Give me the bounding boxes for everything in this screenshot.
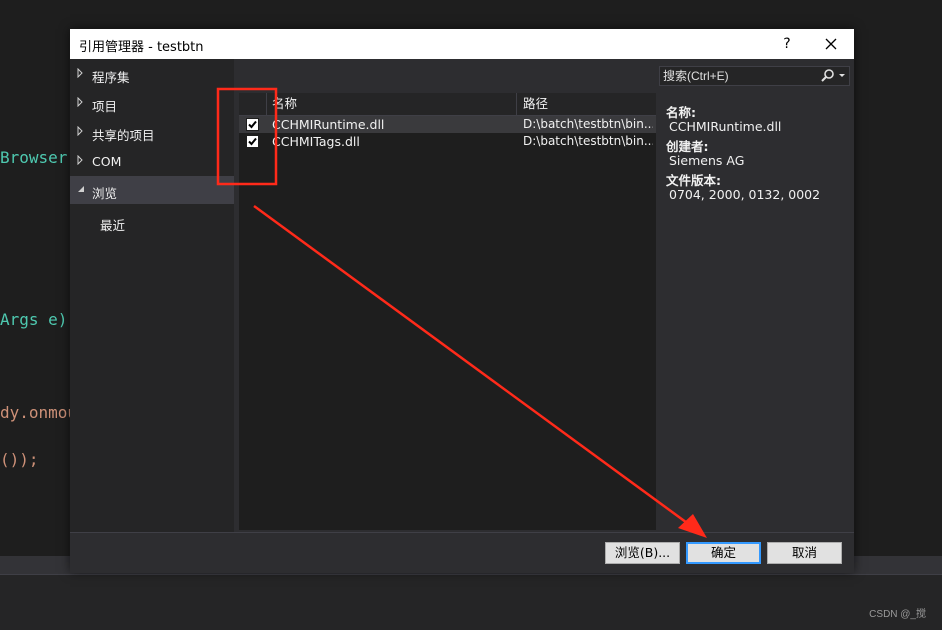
- details-creator-value: Siemens AG: [669, 153, 745, 168]
- nav-item-label: 程序集: [92, 70, 130, 85]
- watermark-text: CSDN @_搅: [869, 609, 926, 620]
- nav-item-label: 项目: [92, 99, 118, 114]
- search-input[interactable]: [663, 68, 813, 84]
- cancel-button[interactable]: 取消: [767, 542, 842, 564]
- ok-button[interactable]: 确定: [686, 542, 761, 564]
- dialog-title: 引用管理器 - testbtn: [79, 40, 204, 55]
- list-item[interactable]: CCHMITags.dll D:\batch\testbtn\bin...: [239, 133, 656, 150]
- nav-item-com[interactable]: COM: [70, 147, 234, 175]
- dialog-titlebar: 引用管理器 - testbtn ?: [70, 29, 854, 59]
- reference-name: CCHMITags.dll: [272, 134, 360, 149]
- list-header: 名称 路径: [239, 93, 656, 116]
- nav-item-browse[interactable]: 浏览: [70, 176, 234, 204]
- close-icon: [825, 38, 837, 50]
- reference-checkbox[interactable]: [246, 118, 259, 131]
- code-line-call: ());: [0, 450, 39, 469]
- list-item[interactable]: CCHMIRuntime.dll D:\batch\testbtn\bin...: [239, 116, 656, 133]
- column-divider: [266, 93, 267, 115]
- nav-item-projects[interactable]: 项目: [70, 89, 234, 117]
- reference-path: D:\batch\testbtn\bin...: [523, 117, 653, 131]
- search-icon: [821, 69, 845, 82]
- expand-arrow-icon: [77, 155, 83, 165]
- browse-button[interactable]: 浏览(B)...: [605, 542, 680, 564]
- expand-arrow-icon: [77, 97, 83, 107]
- dialog-footer: 浏览(B)... 确定 取消: [70, 532, 854, 573]
- checkmark-icon: [248, 137, 257, 146]
- reference-name: CCHMIRuntime.dll: [272, 117, 385, 132]
- help-button[interactable]: ?: [776, 32, 798, 56]
- close-button[interactable]: [818, 32, 844, 56]
- column-header-path[interactable]: 路径: [523, 93, 548, 115]
- nav-item-label: 共享的项目: [92, 128, 155, 143]
- nav-item-assemblies[interactable]: 程序集: [70, 60, 234, 88]
- code-line-onmouse: dy.onmou: [0, 403, 78, 422]
- bottom-panel: CSDN @_搅: [0, 575, 942, 630]
- nav-item-label: COM: [92, 154, 122, 169]
- code-line-args: Args e): [0, 310, 68, 329]
- details-pane: 名称: CCHMIRuntime.dll 创建者: Siemens AG 文件版…: [659, 93, 854, 530]
- reference-manager-dialog: 引用管理器 - testbtn ? 程序集 项目 共享的项目 COM 浏览 最近…: [70, 29, 854, 573]
- reference-path: D:\batch\testbtn\bin...: [523, 134, 653, 148]
- checkmark-icon: [248, 120, 257, 129]
- collapse-arrow-icon: [78, 186, 84, 192]
- search-button[interactable]: [820, 68, 848, 84]
- expand-arrow-icon: [77, 126, 83, 136]
- category-nav: 程序集 项目 共享的项目 COM 浏览 最近: [70, 59, 234, 532]
- details-version-value: 0704, 2000, 0132, 0002: [669, 187, 821, 202]
- search-box[interactable]: [659, 66, 850, 86]
- nav-item-label: 最近: [100, 218, 126, 233]
- code-line-browser: Browser,: [0, 148, 78, 167]
- nav-item-recent[interactable]: 最近: [70, 208, 234, 236]
- column-header-name[interactable]: 名称: [272, 93, 297, 115]
- details-name-value: CCHMIRuntime.dll: [669, 119, 782, 134]
- nav-item-shared-projects[interactable]: 共享的项目: [70, 118, 234, 146]
- column-divider: [516, 93, 517, 115]
- reference-list: 名称 路径 CCHMIRuntime.dll D:\batch\testbtn\…: [239, 93, 656, 530]
- expand-arrow-icon: [77, 68, 83, 78]
- reference-checkbox[interactable]: [246, 135, 259, 148]
- nav-item-label: 浏览: [92, 186, 118, 201]
